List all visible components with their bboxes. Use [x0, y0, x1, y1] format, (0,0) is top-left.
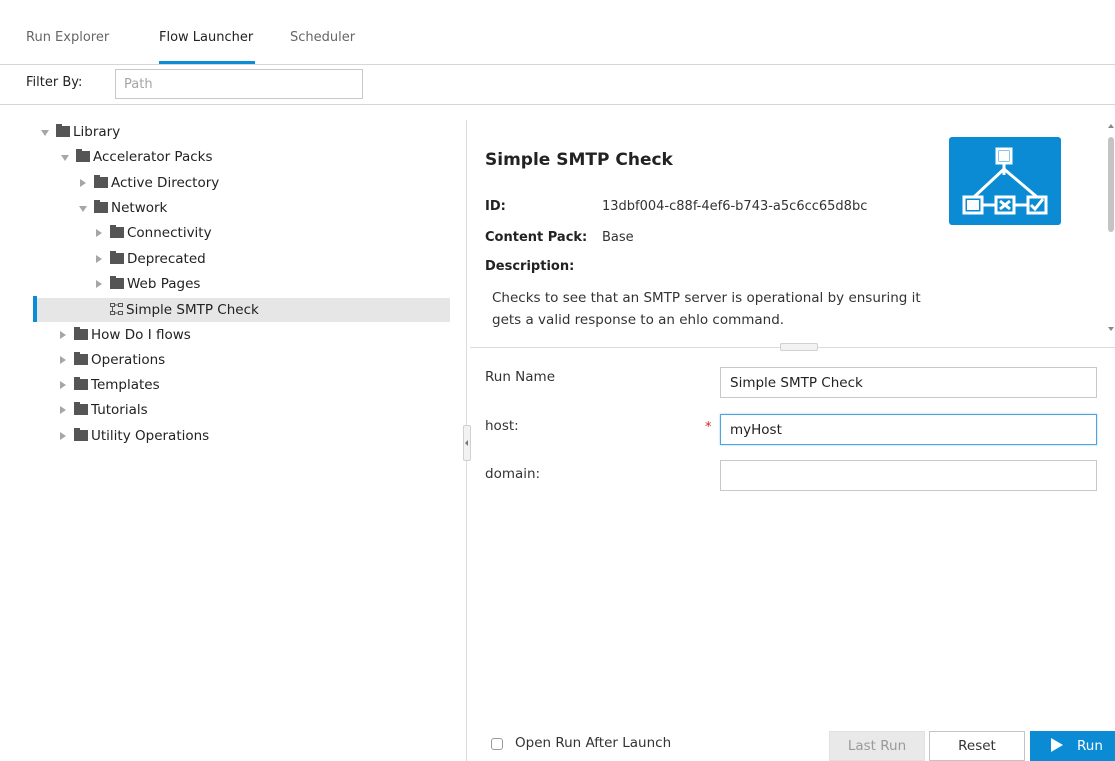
run-button-label: Run	[1077, 738, 1103, 754]
collapse-arrow-icon[interactable]	[58, 399, 70, 421]
collapse-panel-handle[interactable]	[463, 425, 471, 461]
tree-item-connectivity[interactable]: Connectivity	[94, 222, 212, 244]
folder-icon	[74, 376, 88, 390]
collapse-arrow-icon[interactable]	[94, 273, 106, 295]
flow-diagram-icon	[949, 137, 1061, 225]
expand-arrow-icon[interactable]	[40, 121, 52, 143]
tree-item-label: Network	[111, 200, 168, 216]
scroll-up-arrow-icon[interactable]	[1108, 124, 1114, 128]
filter-label: Filter By:	[26, 75, 83, 90]
tree-item-label: How Do I flows	[91, 327, 191, 343]
tab-bar: Run Explorer Flow Launcher Scheduler	[0, 0, 1115, 65]
host-input[interactable]	[720, 414, 1097, 445]
tree-item-label: Simple SMTP Check	[126, 302, 259, 318]
tree-item-label: Operations	[91, 352, 166, 368]
host-label: host:	[485, 418, 519, 434]
tree-item-label: Library	[73, 124, 121, 140]
expand-arrow-icon[interactable]	[60, 146, 72, 168]
tree-item-simple-smtp-check[interactable]: Simple SMTP Check	[37, 298, 450, 322]
reset-button[interactable]: Reset	[929, 731, 1025, 761]
folder-icon	[94, 199, 108, 213]
collapse-arrow-icon[interactable]	[94, 222, 106, 244]
folder-icon	[74, 326, 88, 340]
tab-bar-divider	[0, 64, 1115, 65]
tree-item-label: Utility Operations	[91, 428, 210, 444]
tree-item-label: Accelerator Packs	[93, 149, 213, 165]
tree-item-label: Tutorials	[91, 402, 148, 418]
folder-icon	[74, 351, 88, 365]
folder-icon	[76, 148, 90, 162]
content-pack-value: Base	[602, 230, 634, 245]
flow-icon	[110, 303, 123, 315]
expand-arrow-icon[interactable]	[78, 197, 90, 219]
filter-path-input[interactable]	[115, 69, 363, 99]
run-button[interactable]: Run	[1030, 731, 1115, 761]
tree-item-deprecated[interactable]: Deprecated	[94, 248, 206, 270]
description-text: Checks to see that an SMTP server is ope…	[492, 290, 921, 328]
run-name-label: Run Name	[485, 369, 556, 385]
folder-icon	[74, 427, 88, 441]
scroll-down-arrow-icon[interactable]	[1108, 327, 1114, 331]
details-scrollbar-thumb[interactable]	[1108, 137, 1114, 232]
domain-label: domain:	[485, 466, 541, 482]
tree-item-label: Connectivity	[127, 225, 212, 241]
resize-panel-handle[interactable]	[780, 343, 818, 351]
tree-item-active-directory[interactable]: Active Directory	[78, 172, 219, 194]
folder-icon	[74, 401, 88, 415]
id-label: ID:	[485, 199, 506, 214]
collapse-arrow-icon[interactable]	[78, 172, 90, 194]
run-name-input[interactable]	[720, 367, 1097, 398]
flow-title: Simple SMTP Check	[485, 150, 673, 170]
tree-item-network[interactable]: Network	[78, 197, 167, 219]
collapse-arrow-icon[interactable]	[94, 248, 106, 270]
last-run-button[interactable]: Last Run	[829, 731, 925, 761]
collapse-arrow-icon[interactable]	[58, 349, 70, 371]
folder-icon	[110, 250, 124, 264]
tree-item-accelerator-packs[interactable]: Accelerator Packs	[60, 146, 213, 168]
collapse-arrow-icon[interactable]	[58, 374, 70, 396]
tree-item-label: Web Pages	[127, 276, 201, 292]
folder-icon	[110, 275, 124, 289]
play-icon	[1051, 738, 1063, 752]
description-label: Description:	[485, 259, 575, 274]
folder-icon	[110, 224, 124, 238]
tree-item-label: Active Directory	[111, 175, 220, 191]
required-indicator: *	[705, 420, 712, 435]
open-run-after-launch-checkbox[interactable]	[491, 738, 503, 750]
folder-icon	[94, 174, 108, 188]
tree-item-templates[interactable]: Templates	[58, 374, 160, 396]
tree-item-how-do-i-flows[interactable]: How Do I flows	[58, 324, 191, 346]
collapse-arrow-icon[interactable]	[58, 425, 70, 447]
tree-item-operations[interactable]: Operations	[58, 349, 165, 371]
open-run-after-launch-label[interactable]: Open Run After Launch	[515, 735, 671, 751]
tree-item-library[interactable]: Library	[40, 121, 120, 143]
tree-item-label: Templates	[91, 377, 160, 393]
folder-icon	[56, 123, 70, 137]
tree-item-utility-operations[interactable]: Utility Operations	[58, 425, 209, 447]
domain-input[interactable]	[720, 460, 1097, 491]
filter-divider	[0, 104, 1115, 105]
tab-scheduler[interactable]: Scheduler	[290, 30, 355, 45]
id-value: 13dbf004-c88f-4ef6-b743-a5c6cc65d8bc	[602, 199, 868, 214]
content-pack-label: Content Pack:	[485, 230, 588, 245]
tree-item-web-pages[interactable]: Web Pages	[94, 273, 200, 295]
tab-flow-launcher[interactable]: Flow Launcher	[159, 30, 253, 45]
tab-run-explorer[interactable]: Run Explorer	[26, 30, 109, 45]
tree-item-label: Deprecated	[127, 251, 206, 267]
collapse-arrow-icon[interactable]	[58, 324, 70, 346]
tree-item-tutorials[interactable]: Tutorials	[58, 399, 148, 421]
